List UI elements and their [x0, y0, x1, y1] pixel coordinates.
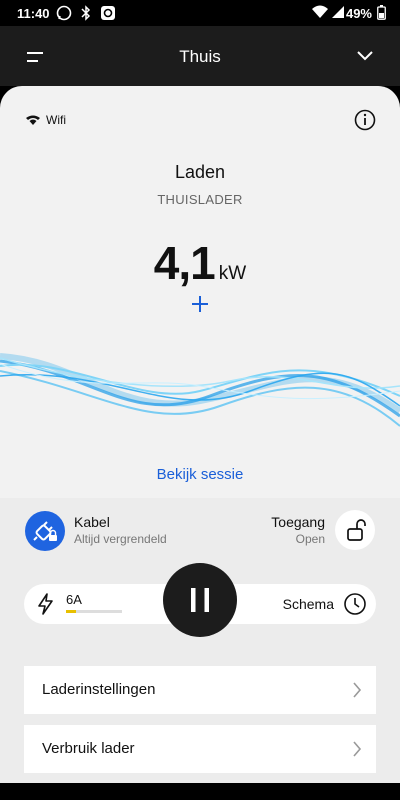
- current-limit-fill: [66, 610, 77, 613]
- power-value: 4,1: [153, 237, 216, 289]
- status-time: 11:40: [17, 6, 50, 21]
- power-unit: kW: [218, 263, 247, 284]
- chevron-right-icon: [353, 682, 362, 698]
- cable-plug-icon: [33, 521, 57, 541]
- current-limit-bar: [66, 610, 122, 613]
- pause-icon: [191, 588, 209, 612]
- status-bar: 11:40 49%: [0, 0, 400, 26]
- app-bar: Thuis: [0, 26, 400, 86]
- battery-percentage: 49%: [345, 6, 372, 21]
- bolt-icon: [38, 593, 53, 615]
- unlock-icon: [347, 519, 366, 541]
- battery-icon: [377, 5, 386, 20]
- app-icon: [101, 6, 115, 20]
- current-limit-label[interactable]: 6A: [66, 592, 82, 607]
- clock-icon[interactable]: [343, 592, 367, 616]
- access-subtitle: Open: [295, 532, 325, 546]
- signal-icon: [332, 6, 344, 18]
- charging-wave-graphic: [0, 353, 400, 427]
- chevron-down-icon[interactable]: [357, 51, 373, 61]
- pause-button[interactable]: [163, 563, 237, 637]
- wifi-icon: [312, 5, 328, 18]
- schedule-label[interactable]: Schema: [283, 596, 334, 612]
- cable-subtitle: Altijd vergrendeld: [74, 532, 167, 546]
- charging-status: Laden: [174, 162, 226, 182]
- charger-name: THUISLADER: [157, 192, 243, 207]
- charging-power: 4,1 kW: [0, 236, 400, 290]
- charger-card: Wifi Laden THUISLADER 4,1 kW Bekijk sessi…: [0, 86, 400, 800]
- access-title: Toegang: [271, 514, 325, 530]
- access-button[interactable]: [335, 510, 375, 550]
- plus-icon[interactable]: [188, 292, 212, 316]
- charger-usage-row[interactable]: Verbruik lader: [24, 725, 376, 773]
- cable-title: Kabel: [74, 514, 110, 530]
- chevron-right-icon: [353, 741, 362, 757]
- info-icon[interactable]: [354, 109, 376, 131]
- view-session-link[interactable]: Bekijk sessie: [0, 466, 400, 483]
- navigation-bar: [0, 783, 400, 800]
- cable-button[interactable]: [25, 511, 65, 551]
- connection-status: Wifi: [26, 113, 66, 127]
- wifi-icon: [26, 115, 40, 125]
- whatsapp-icon: [56, 5, 72, 21]
- charger-settings-row[interactable]: Laderinstellingen: [24, 666, 376, 714]
- charger-usage-label: Verbruik lader: [42, 740, 135, 757]
- controls-section: Kabel Altijd vergrendeld Toegang Open 6A…: [0, 498, 400, 800]
- bluetooth-icon: [81, 5, 91, 21]
- charger-settings-label: Laderinstellingen: [42, 681, 156, 698]
- location-title[interactable]: Thuis: [0, 47, 400, 67]
- connection-label: Wifi: [46, 113, 66, 127]
